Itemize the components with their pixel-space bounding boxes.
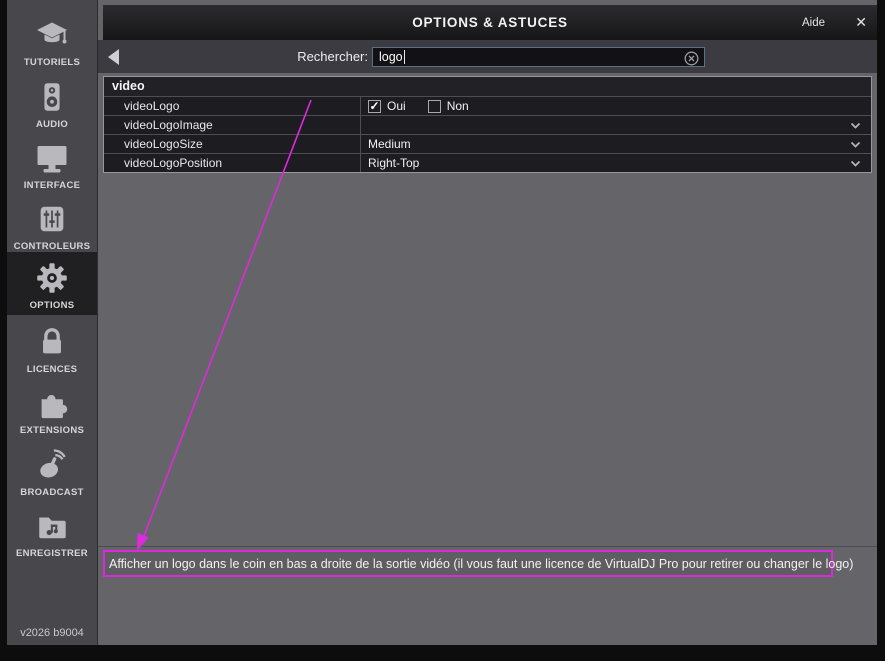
checkbox-checked-icon[interactable]: ✓ — [368, 100, 381, 113]
sidebar-item-enregistrer[interactable]: ENREGISTRER — [7, 501, 97, 559]
title-bar: OPTIONS & ASTUCES Aide ✕ — [103, 5, 877, 40]
setting-row-videologo[interactable]: videoLogo ✓ Oui Non — [104, 96, 871, 115]
description-divider — [98, 546, 877, 547]
sidebar-item-interface[interactable]: INTERFACE — [7, 133, 97, 191]
setting-row-videologoposition[interactable]: videoLogoPosition Right-Top — [104, 153, 871, 172]
record-folder-icon — [35, 506, 69, 546]
setting-row-videologosize[interactable]: videoLogoSize Medium — [104, 134, 871, 153]
setting-name: videoLogoImage — [104, 116, 361, 134]
sidebar-item-label: TUTORIELS — [24, 57, 80, 68]
setting-value — [361, 116, 871, 134]
gear-icon — [33, 258, 71, 298]
main-panel: OPTIONS & ASTUCES Aide ✕ Rechercher: log… — [98, 0, 877, 645]
sidebar-item-label: ENREGISTRER — [16, 548, 88, 559]
search-label: Rechercher: — [297, 49, 368, 64]
sidebar-item-label: OPTIONS — [30, 300, 75, 311]
chevron-down-icon[interactable] — [850, 122, 861, 130]
sidebar: TUTORIELS AUDIO INTERFACE CONTROLEURS — [7, 0, 98, 645]
sidebar-item-label: INTERFACE — [24, 180, 81, 191]
clear-circle-x-icon[interactable] — [684, 51, 699, 66]
settings-group-header: video — [104, 77, 871, 96]
setting-value: Medium — [361, 135, 871, 153]
sidebar-item-label: CONTROLEURS — [14, 241, 91, 252]
dropdown-value: Right-Top — [368, 156, 419, 170]
sidebar-item-label: EXTENSIONS — [20, 425, 84, 436]
sidebar-item-tutoriels[interactable]: TUTORIELS — [7, 10, 97, 68]
text-caret — [404, 50, 406, 64]
graduation-cap-icon — [34, 15, 70, 55]
sidebar-item-label: BROADCAST — [20, 487, 83, 498]
version-text: v2026 b9004 — [7, 627, 97, 639]
sidebar-item-audio[interactable]: AUDIO — [7, 72, 97, 130]
sidebar-item-label: LICENCES — [27, 364, 77, 375]
chevron-down-icon[interactable] — [850, 160, 861, 168]
option-label-oui: Oui — [387, 99, 406, 113]
lock-icon — [35, 322, 69, 362]
broadcast-icon — [35, 445, 69, 485]
setting-value: ✓ Oui Non — [361, 97, 871, 115]
setting-name: videoLogoPosition — [104, 154, 361, 172]
setting-row-videologoimage[interactable]: videoLogoImage — [104, 115, 871, 134]
sidebar-item-extensions[interactable]: EXTENSIONS — [7, 378, 97, 436]
page-title: OPTIONS & ASTUCES — [103, 15, 877, 30]
back-arrow-icon[interactable] — [108, 49, 119, 65]
help-button[interactable]: Aide — [802, 17, 825, 29]
virtualdj-settings-window: TUTORIELS AUDIO INTERFACE CONTROLEURS — [0, 0, 885, 661]
monitor-icon — [34, 138, 70, 178]
setting-name: videoLogo — [104, 97, 361, 115]
option-label-non: Non — [447, 99, 469, 113]
sidebar-item-label: AUDIO — [36, 119, 68, 130]
checkbox-unchecked-icon[interactable] — [428, 100, 441, 113]
sidebar-item-options[interactable]: OPTIONS — [7, 252, 97, 315]
settings-table: video videoLogo ✓ Oui Non videoLogoImage — [103, 76, 872, 173]
chevron-down-icon[interactable] — [850, 141, 861, 149]
dropdown-value: Medium — [368, 137, 411, 151]
setting-name: videoLogoSize — [104, 135, 361, 153]
sidebar-item-broadcast[interactable]: BROADCAST — [7, 440, 97, 498]
sliders-icon — [35, 199, 69, 239]
setting-description-annotation-box: Afficher un logo dans le coin en bas a d… — [103, 550, 833, 577]
search-input-value: logo — [379, 50, 403, 64]
check-mark: ✓ — [369, 100, 379, 112]
setting-description-text: Afficher un logo dans le coin en bas a d… — [109, 557, 853, 571]
search-row: Rechercher: logo — [98, 40, 877, 73]
setting-value: Right-Top — [361, 154, 871, 172]
close-icon[interactable]: ✕ — [855, 14, 867, 31]
sidebar-item-controleurs[interactable]: CONTROLEURS — [7, 194, 97, 252]
puzzle-icon — [35, 383, 69, 423]
search-input[interactable]: logo — [372, 47, 705, 67]
speaker-icon — [35, 77, 69, 117]
sidebar-item-licences[interactable]: LICENCES — [7, 317, 97, 375]
